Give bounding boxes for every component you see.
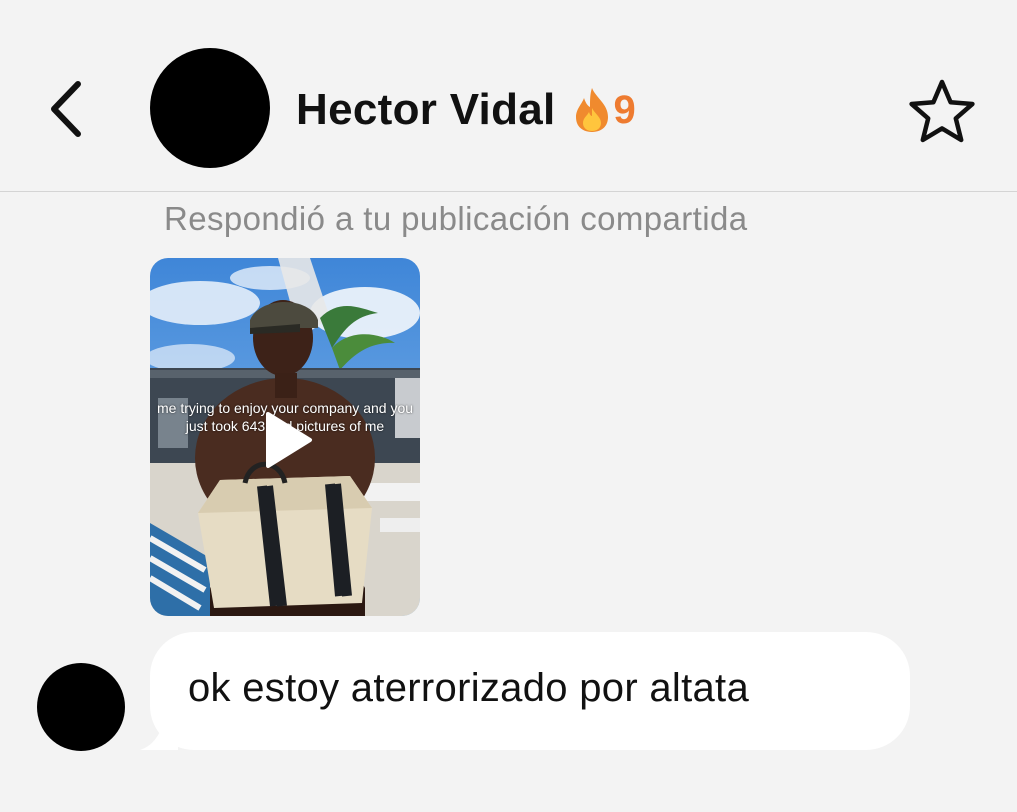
contact-name-row[interactable]: Hector Vidal 9 <box>296 78 636 142</box>
chat-header: Hector Vidal 9 <box>0 0 1017 192</box>
streak-count: 9 <box>613 87 636 132</box>
star-icon <box>909 79 975 143</box>
message-text: ok estoy aterrorizado por altata <box>188 666 750 710</box>
contact-avatar[interactable] <box>150 48 270 168</box>
play-button[interactable] <box>262 410 314 470</box>
message-bubble[interactable]: ok estoy aterrorizado por altata <box>150 632 910 750</box>
sender-avatar[interactable] <box>37 663 125 751</box>
reply-context-label: Respondió a tu publicación compartida <box>164 200 748 237</box>
flame-icon <box>575 88 608 132</box>
contact-name: Hector Vidal <box>296 85 556 134</box>
back-button[interactable] <box>40 76 90 142</box>
chevron-left-icon <box>51 81 81 137</box>
play-icon <box>266 412 312 468</box>
favorite-button[interactable] <box>904 76 980 148</box>
